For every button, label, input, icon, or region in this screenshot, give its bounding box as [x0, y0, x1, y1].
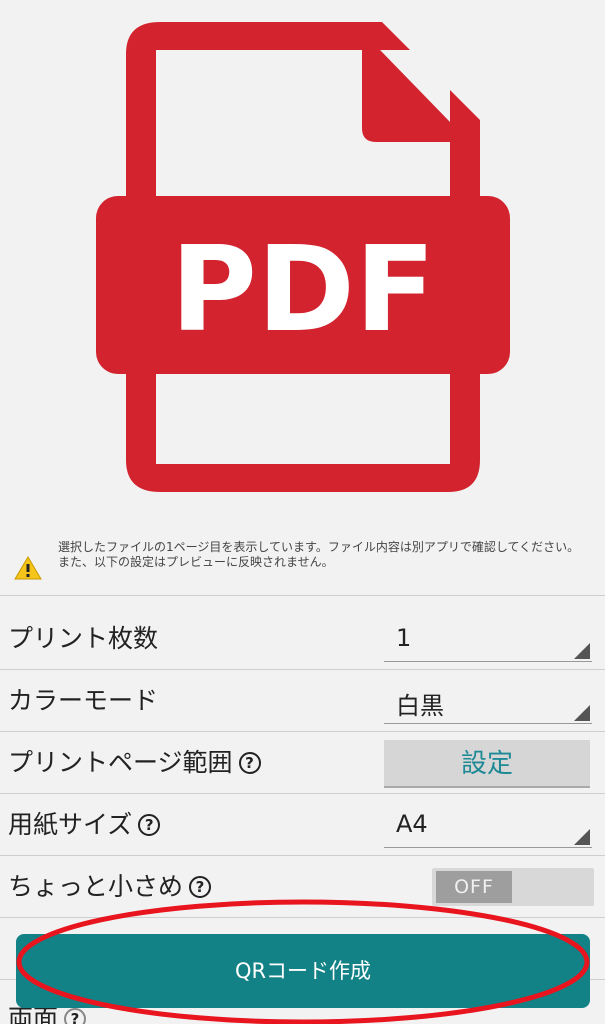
warning-icon [14, 556, 42, 580]
paper-size-label-text: 用紙サイズ [8, 810, 133, 839]
preview-notice: 選択したファイルの1ページ目を表示しています。ファイル内容は別アプリで確認してく… [0, 532, 605, 596]
notice-line-1: 選択したファイルの1ページ目を表示しています。ファイル内容は別アプリで確認してく… [58, 540, 580, 554]
page-range-row: プリントページ範囲? 設定 [0, 732, 605, 794]
shrink-toggle-state: OFF [436, 871, 512, 903]
notice-text: 選択したファイルの1ページ目を表示しています。ファイル内容は別アプリで確認してく… [58, 540, 598, 570]
shrink-toggle[interactable]: OFF [432, 868, 594, 906]
file-preview: PDF [0, 0, 605, 520]
color-mode-row: カラーモード 白黒 [0, 670, 605, 732]
print-settings-screen: PDF 選択したファイルの1ページ目を表示しています。ファイル内容は別アプリで確… [0, 0, 605, 1024]
color-mode-label: カラーモード [8, 686, 159, 715]
dropdown-triangle-icon [574, 643, 590, 659]
shrink-row: ちょっと小さめ? OFF [0, 856, 605, 918]
notice-line-2: また、以下の設定はプレビューに反映されません。 [58, 555, 334, 569]
paper-size-label: 用紙サイズ? [8, 794, 161, 856]
paper-size-row: 用紙サイズ? A4 [0, 794, 605, 856]
copies-select[interactable]: 1 [384, 618, 592, 662]
dropdown-triangle-icon [574, 705, 590, 721]
help-icon[interactable]: ? [189, 876, 212, 898]
color-mode-select[interactable]: 白黒 [384, 680, 592, 724]
help-icon[interactable]: ? [138, 814, 161, 836]
copies-label: プリント枚数 [8, 624, 159, 653]
shrink-label-text: ちょっと小さめ [8, 872, 184, 901]
color-mode-value: 白黒 [396, 692, 444, 720]
shrink-label: ちょっと小さめ? [8, 856, 212, 918]
paper-size-select[interactable]: A4 [384, 804, 592, 848]
create-qr-code-button[interactable]: QRコード作成 [16, 934, 590, 1008]
dropdown-triangle-icon [574, 829, 590, 845]
help-icon[interactable]: ? [238, 752, 261, 774]
copies-value: 1 [396, 624, 412, 652]
paper-size-value: A4 [396, 810, 428, 838]
page-range-set-button[interactable]: 設定 [384, 740, 590, 788]
page-range-label-text: プリントページ範囲 [8, 748, 233, 777]
page-range-label: プリントページ範囲? [8, 732, 261, 794]
pdf-badge-text: PDF [170, 220, 435, 358]
pdf-file-icon: PDF [96, 22, 510, 492]
help-icon[interactable]: ? [64, 1008, 87, 1024]
copies-row: プリント枚数 1 [0, 608, 605, 670]
